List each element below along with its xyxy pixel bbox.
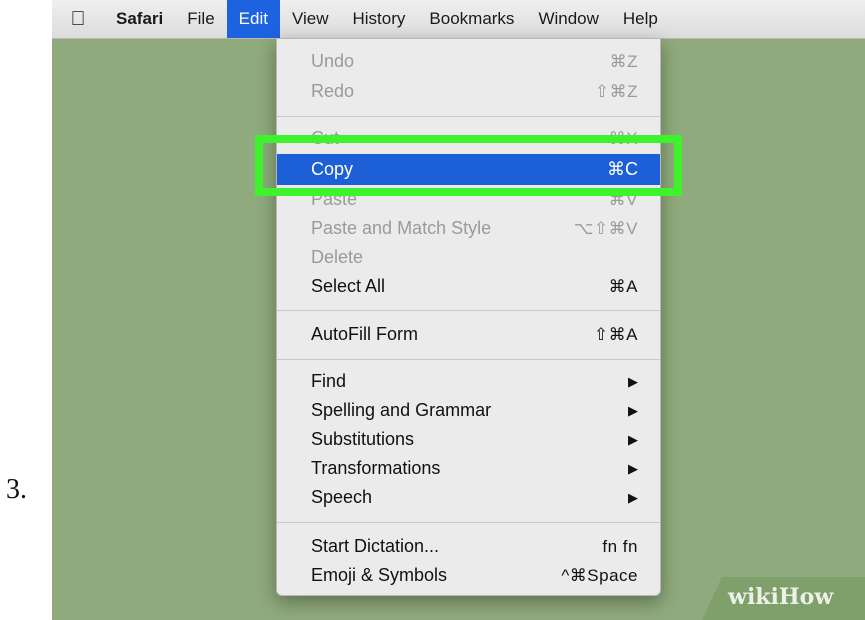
menu-item-label: Copy <box>311 159 354 179</box>
menu-item-label: Select All <box>311 276 386 296</box>
menu-separator <box>277 116 660 117</box>
menu-item-paste[interactable]: Paste ⌘V <box>277 185 660 214</box>
menu-item-emoji-and-symbols[interactable]: Emoji & Symbols ^⌘Space <box>277 561 660 590</box>
menu-item-shortcut: ⇧⌘A <box>593 324 638 344</box>
desktop-screen:  Safari File Edit View History Bookmark… <box>52 0 865 620</box>
menu-item-label: Find <box>311 371 347 391</box>
menu-item-shortcut: ⌘Z <box>609 51 638 71</box>
menu-item-label: AutoFill Form <box>311 324 419 344</box>
submenu-arrow-icon: ▶ <box>628 373 638 389</box>
menu-item-shortcut: ^⌘Space <box>561 565 638 585</box>
edit-menu-dropdown: Undo ⌘Z Redo ⇧⌘Z Cut ⌘X Copy ⌘C Paste ⌘V… <box>276 38 661 596</box>
menu-item-label: Emoji & Symbols <box>311 565 448 585</box>
menu-item-label: Speech <box>311 487 373 507</box>
menu-item-autofill-form[interactable]: AutoFill Form ⇧⌘A <box>277 320 660 349</box>
submenu-arrow-icon: ▶ <box>628 431 638 447</box>
menu-edit[interactable]: Edit <box>226 0 280 38</box>
menu-bookmarks[interactable]: Bookmarks <box>417 0 526 38</box>
menu-item-cut[interactable]: Cut ⌘X <box>277 124 660 153</box>
menu-help[interactable]: Help <box>611 0 670 38</box>
menu-separator <box>277 359 660 360</box>
menu-item-shortcut: fn fn <box>602 536 638 556</box>
menu-item-speech[interactable]: Speech ▶ <box>277 483 660 512</box>
menu-item-shortcut: ⌘V <box>608 189 638 209</box>
menu-item-label: Substitutions <box>311 429 415 449</box>
menu-item-redo[interactable]: Redo ⇧⌘Z <box>277 77 660 106</box>
menu-separator <box>277 522 660 523</box>
menu-item-label: Cut <box>311 128 340 148</box>
watermark-logo: wikiHow <box>728 584 834 610</box>
apple-logo-icon[interactable]:  <box>52 0 104 38</box>
step-number: 3. <box>6 474 27 505</box>
menu-item-select-all[interactable]: Select All ⌘A <box>277 272 660 301</box>
menu-separator <box>277 310 660 311</box>
menu-item-label: Undo <box>311 51 355 71</box>
menu-view[interactable]: View <box>280 0 341 38</box>
menu-history[interactable]: History <box>341 0 418 38</box>
menu-item-label: Delete <box>311 247 364 267</box>
menu-bar:  Safari File Edit View History Bookmark… <box>52 0 865 39</box>
menu-item-copy[interactable]: Copy ⌘C <box>277 154 660 185</box>
submenu-arrow-icon: ▶ <box>628 460 638 476</box>
menu-item-label: Transformations <box>311 458 441 478</box>
menu-item-shortcut: ⌘X <box>608 128 638 148</box>
menu-item-substitutions[interactable]: Substitutions ▶ <box>277 425 660 454</box>
menu-item-find[interactable]: Find ▶ <box>277 367 660 396</box>
menu-item-spelling-and-grammar[interactable]: Spelling and Grammar ▶ <box>277 396 660 425</box>
menu-window[interactable]: Window <box>526 0 610 38</box>
menu-item-shortcut: ⌥⇧⌘V <box>573 218 638 238</box>
menu-safari[interactable]: Safari <box>104 0 175 38</box>
menu-item-start-dictation[interactable]: Start Dictation... fn fn <box>277 532 660 561</box>
menu-file[interactable]: File <box>175 0 226 38</box>
menu-item-label: Start Dictation... <box>311 536 440 556</box>
submenu-arrow-icon: ▶ <box>628 402 638 418</box>
menu-item-paste-and-match-style[interactable]: Paste and Match Style ⌥⇧⌘V <box>277 214 660 243</box>
submenu-arrow-icon: ▶ <box>628 489 638 505</box>
menu-item-shortcut: ⇧⌘Z <box>594 81 638 101</box>
menu-item-delete[interactable]: Delete <box>277 243 660 272</box>
menu-item-undo[interactable]: Undo ⌘Z <box>277 47 660 76</box>
menu-item-label: Spelling and Grammar <box>311 400 492 420</box>
menu-item-label: Paste <box>311 189 358 209</box>
menu-item-label: Redo <box>311 81 355 101</box>
menu-item-shortcut: ⌘A <box>608 276 638 296</box>
menu-item-transformations[interactable]: Transformations ▶ <box>277 454 660 483</box>
menu-item-shortcut: ⌘C <box>607 159 638 179</box>
menu-item-label: Paste and Match Style <box>311 218 492 238</box>
